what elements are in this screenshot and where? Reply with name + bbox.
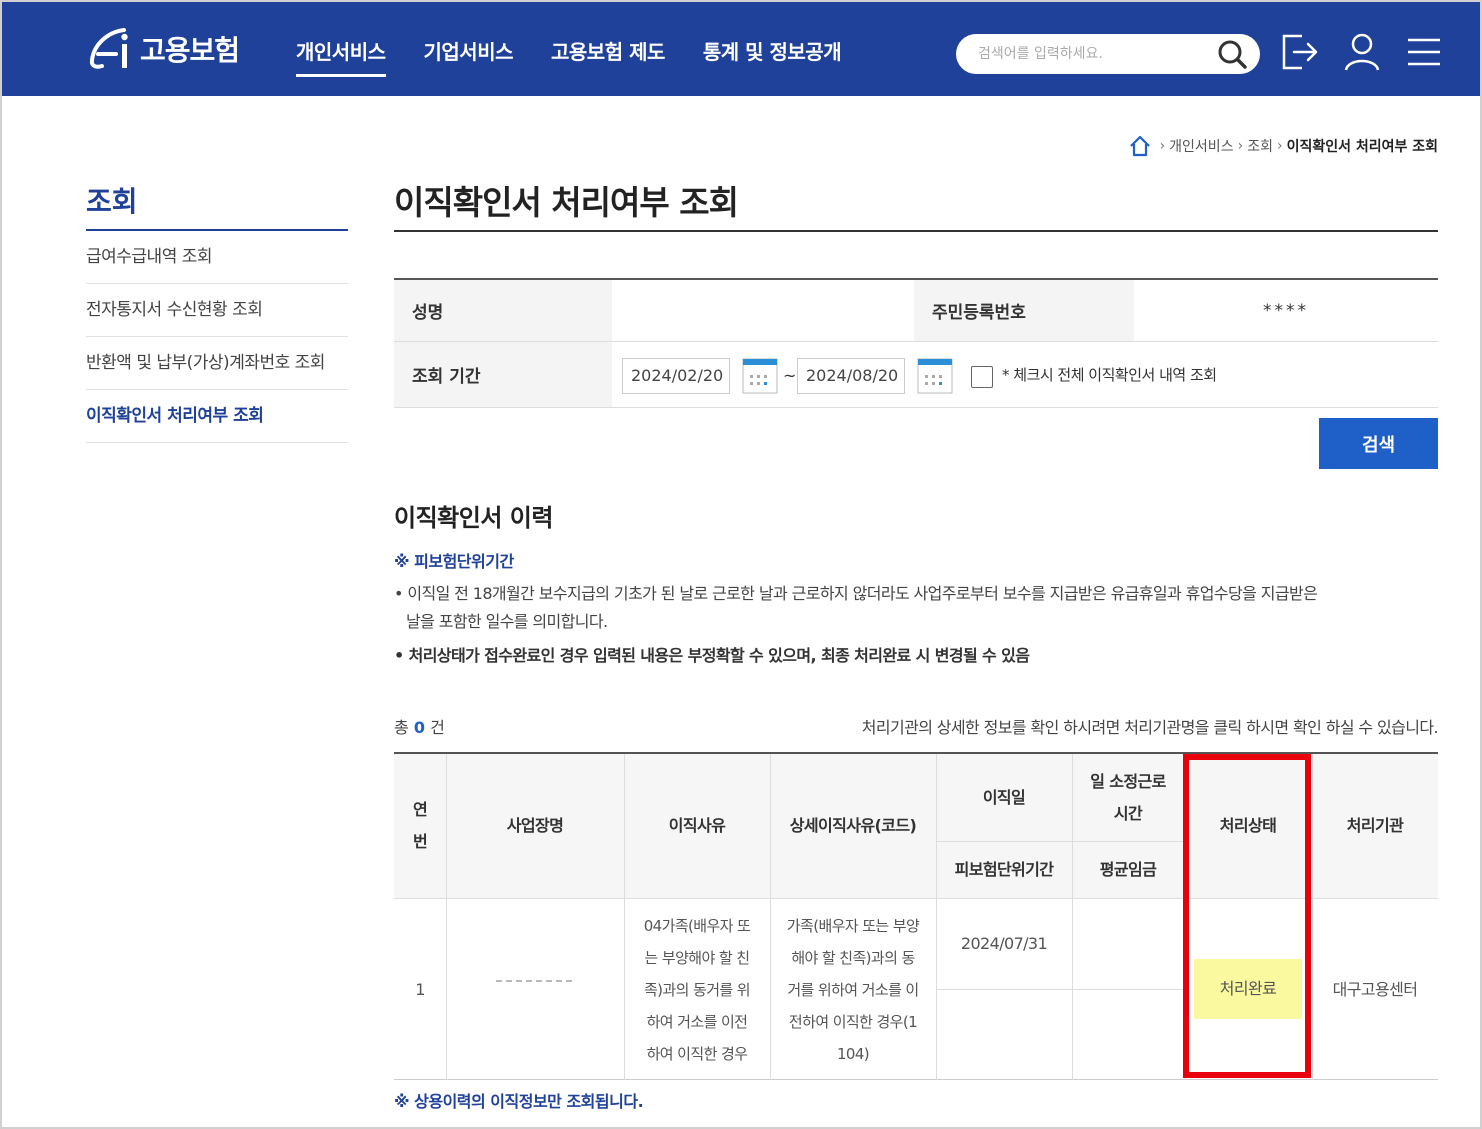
cell-average-wage [1072,990,1184,1080]
ei-logo-icon [89,28,128,69]
site-logo[interactable]: 고용보험 [86,24,240,74]
count-prefix: 총 [394,718,409,737]
breadcrumb-personal-services[interactable]: 개인서비스 [1169,136,1233,156]
header-processing-agency: 처리기관 [1346,816,1404,835]
user-icon[interactable] [1340,30,1384,74]
header-company-name: 사업장명 [506,816,564,835]
period-label: 조회 기간 [394,342,612,407]
search-form: 성명 주민등록번호 **** 조회 기간 2024/02/20 ~ 2024/0… [394,278,1438,408]
header-detail-reason: 상세이직사유(코드) [789,816,917,835]
cell-insured-period [936,990,1072,1080]
cell-detail-reason: 가족(배우자 또는 부양 해야 할 친족)과의 동 거를 위하여 거소를 이 전… [786,916,920,1063]
all-history-checkbox-label: * 체크시 전체 이직확인서 내역 조회 [1002,366,1217,384]
header-search [956,34,1260,74]
main-nav: 개인서비스 기업서비스 고용보험 제도 통계 및 정보공개 [296,36,879,77]
name-label: 성명 [394,280,612,341]
header-average-wage: 평균임금 [1099,859,1157,879]
agency-info-hint: 처리기관의 상세한 정보를 확인 하시려면 처리기관명을 클릭 하시면 확인 하… [861,718,1439,737]
header-row-number: 연 번 [412,800,428,851]
nav-business-services[interactable]: 기업서비스 [424,36,514,71]
status-warning-note: • 처리상태가 접수완료인 경우 입력된 내용은 부정확할 수 있으며, 최종 … [394,646,1030,665]
sidebar-title: 조회 [86,180,348,231]
date-range-tilde: ~ [783,366,797,385]
insured-period-description: • 이직일 전 18개월간 보수지급의 기초가 된 날로 근로한 날과 근로하지… [394,584,1318,603]
redacted-company-name [496,980,576,982]
nav-personal-services[interactable]: 개인서비스 [296,36,386,77]
regular-employment-note: ※ 상용이력의 이직정보만 조회됩니다. [394,1092,644,1111]
calendar-icon[interactable] [742,358,778,394]
home-icon[interactable] [1128,134,1152,158]
end-date-input[interactable]: 2024/08/20 [797,358,905,394]
form-row-period: 조회 기간 2024/02/20 ~ 2024/08/20 * 체크시 전체 이… [394,342,1438,408]
nav-insurance-system[interactable]: 고용보험 제도 [551,36,665,71]
search-input[interactable] [978,42,1198,66]
cell-company-name [446,899,624,1080]
header-separation-reason: 이직사유 [668,816,726,835]
sidebar-item-e-notice[interactable]: 전자통지서 수신현황 조회 [86,284,348,337]
history-section-title: 이직확인서 이력 [394,504,553,532]
header-working-hours: 일 소정근로 시간 [1090,771,1166,823]
insured-period-note-title: ※ 피보험단위기간 [394,552,514,571]
hamburger-menu-icon[interactable] [1402,30,1446,74]
breadcrumb-inquiry[interactable]: 조회 [1247,136,1273,156]
sidebar-item-separation-certificate[interactable]: 이직확인서 처리여부 조회 [86,390,348,443]
breadcrumb: › 개인서비스 › 조회 › 이직확인서 처리여부 조회 [1128,134,1438,158]
cell-working-hours [1072,899,1184,989]
site-header: 고용보험 개인서비스 기업서비스 고용보험 제도 통계 및 정보공개 [2,2,1480,96]
search-icon[interactable] [1216,38,1248,70]
cell-processing-agency-link[interactable]: 대구고용센터 [1312,899,1438,1080]
name-value [612,280,914,341]
search-button[interactable]: 검색 [1319,418,1438,469]
breadcrumb-separator: › [1159,138,1166,154]
sidebar: 조회 급여수급내역 조회 전자통지서 수신현황 조회 반환액 및 납부(가상)계… [86,180,348,443]
insured-period-description-continued: 날을 포함한 일수를 의미합니다. [406,612,608,631]
calendar-icon[interactable] [917,358,953,394]
breadcrumb-separator: › [1237,138,1244,154]
cell-row-number: 1 [415,979,425,999]
nav-statistics[interactable]: 통계 및 정보공개 [703,36,842,71]
status-column-callout [1183,754,1311,1078]
logout-icon[interactable] [1278,30,1322,74]
page-title: 이직확인서 처리여부 조회 [394,183,739,222]
start-date-input[interactable]: 2024/02/20 [622,358,730,394]
rrn-value: **** [1263,300,1309,321]
sidebar-item-refund-account[interactable]: 반환액 및 납부(가상)계좌번호 조회 [86,337,348,390]
breadcrumb-separator: › [1276,138,1283,154]
header-insured-period: 피보험단위기간 [954,859,1054,879]
cell-separation-reason: 04가족(배우자 또 는 부양해야 할 친 족)과의 동거를 위 하여 거소를 … [643,916,751,1063]
sidebar-item-benefit-history[interactable]: 급여수급내역 조회 [86,231,348,284]
logo-text: 고용보험 [140,34,240,67]
result-count: 총 0 건 [394,714,445,738]
count-value: 0 [413,718,425,737]
cell-separation-date: 2024/07/31 [960,934,1048,953]
all-history-checkbox[interactable] [971,366,993,388]
rrn-label: 주민등록번호 [914,280,1134,341]
title-divider [394,230,1438,232]
form-row-identity: 성명 주민등록번호 **** [394,280,1438,342]
header-separation-date: 이직일 [982,787,1026,807]
count-suffix: 건 [430,718,445,737]
breadcrumb-current: 이직확인서 처리여부 조회 [1286,139,1438,155]
